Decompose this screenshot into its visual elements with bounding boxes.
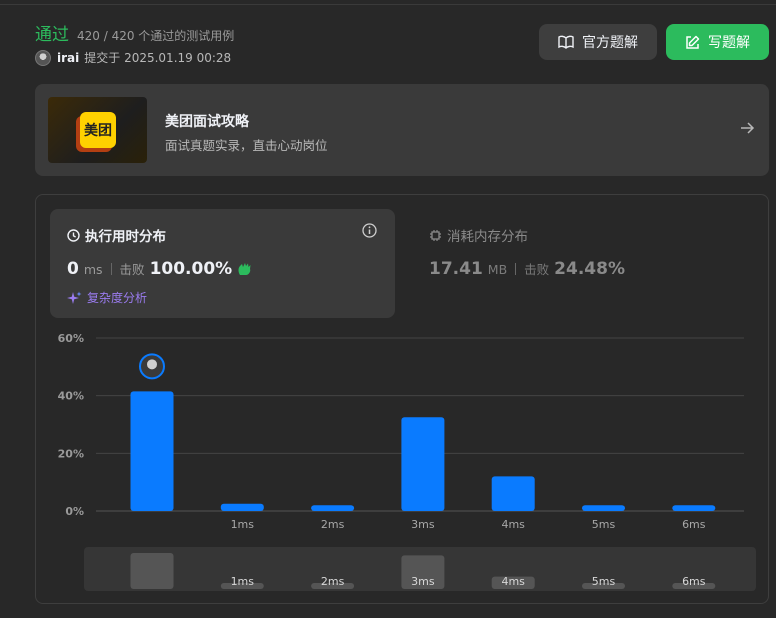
- banner-title: 美团面试攻略: [165, 114, 249, 130]
- overview-tick-label: 6ms: [682, 575, 706, 588]
- official-solution-label: 官方题解: [582, 35, 638, 51]
- user-avatar[interactable]: [35, 49, 51, 66]
- x-tick-label: 1ms: [231, 518, 255, 531]
- overview-bar: [130, 553, 174, 589]
- edit-icon: [686, 35, 700, 49]
- banner-subtitle: 面试真题实录，直击心动岗位: [165, 138, 328, 153]
- y-tick-label: 0%: [65, 505, 84, 518]
- bar-6ms[interactable]: [672, 505, 716, 511]
- performance-card: 执行用时分布 0 ms 击败 100.00% 复杂度分析 消耗内存分布 17.4…: [35, 194, 769, 604]
- y-tick-label: 60%: [58, 332, 84, 345]
- bar-1ms[interactable]: [220, 503, 264, 511]
- meituan-banner[interactable]: 美团 美团面试攻略 面试真题实录，直击心动岗位: [35, 84, 769, 176]
- submission-meta: irai 提交于 2025.01.19 00:28: [35, 49, 231, 66]
- top-divider: [0, 0, 776, 5]
- y-tick-label: 20%: [58, 447, 84, 460]
- x-tick-label: 5ms: [592, 518, 616, 531]
- arrow-right-icon: [741, 122, 755, 134]
- banner-image: 美团: [48, 97, 147, 163]
- testcase-count: 420 / 420 个通过的测试用例: [77, 29, 235, 43]
- x-tick-label: 3ms: [411, 518, 435, 531]
- bar-0ms[interactable]: [130, 391, 174, 511]
- x-tick-label: 2ms: [321, 518, 345, 531]
- overview-tick-label: 3ms: [411, 575, 435, 588]
- bar-4ms[interactable]: [491, 476, 535, 511]
- x-tick-label: 4ms: [501, 518, 525, 531]
- meituan-logo: 美团: [80, 112, 116, 148]
- bar-5ms[interactable]: [582, 505, 625, 511]
- username-link[interactable]: irai: [57, 51, 79, 65]
- overview-tick-label: 5ms: [592, 575, 616, 588]
- write-solution-label: 写题解: [708, 35, 750, 51]
- write-solution-button[interactable]: 写题解: [666, 24, 769, 60]
- runtime-distribution-chart[interactable]: 0% 20% 40% 60% 1ms 2ms 3ms 4ms 5ms 6ms 1ms 2ms 3ms 4m…: [36, 195, 768, 603]
- y-tick-label: 40%: [58, 390, 84, 403]
- x-tick-label: 6ms: [682, 518, 706, 531]
- status-accepted: 通过: [35, 25, 69, 45]
- submitted-time: 提交于 2025.01.19 00:28: [84, 51, 232, 65]
- overview-tick-label: 2ms: [321, 575, 345, 588]
- official-solution-button[interactable]: 官方题解: [539, 24, 657, 60]
- book-icon: [558, 35, 574, 49]
- bar-3ms[interactable]: [401, 417, 445, 511]
- bar-2ms[interactable]: [311, 505, 355, 511]
- overview-tick-label: 4ms: [501, 575, 525, 588]
- overview-tick-label: 1ms: [231, 575, 255, 588]
- user-marker-face: [147, 359, 157, 370]
- submission-status-row: 通过 420 / 420 个通过的测试用例: [35, 20, 234, 45]
